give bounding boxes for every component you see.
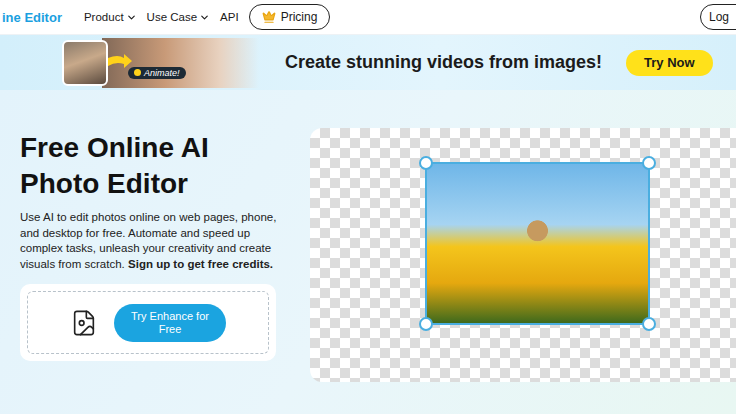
crown-icon bbox=[262, 10, 276, 24]
hero-preview bbox=[290, 90, 736, 414]
try-now-button[interactable]: Try Now bbox=[626, 50, 713, 76]
banner-headline: Create stunning videos from images! bbox=[285, 52, 602, 73]
pricing-button[interactable]: Pricing bbox=[249, 4, 331, 30]
chevron-down-icon bbox=[126, 12, 137, 23]
drop-zone[interactable]: Try Enhance for Free bbox=[27, 291, 269, 354]
hero-title: Free Online AIPhoto Editor bbox=[20, 130, 290, 202]
top-nav: ine Editor Product Use Case API Pricing Log bbox=[0, 0, 736, 35]
enhance-button[interactable]: Try Enhance for Free bbox=[114, 304, 226, 342]
resize-handle[interactable] bbox=[642, 317, 656, 331]
logo[interactable]: ine Editor bbox=[2, 10, 62, 25]
page: ine Editor Product Use Case API Pricing Log An… bbox=[0, 0, 736, 414]
chevron-down-icon bbox=[199, 12, 210, 23]
nav-item[interactable]: Use Case bbox=[147, 11, 211, 23]
source-photo bbox=[62, 40, 108, 86]
resize-handle[interactable] bbox=[419, 317, 433, 331]
hero-description: Use AI to edit photos online on web page… bbox=[20, 210, 278, 272]
nav-item[interactable]: Product bbox=[84, 11, 137, 23]
image-file-icon bbox=[70, 309, 98, 337]
login-button[interactable]: Log bbox=[700, 4, 736, 30]
image-selection[interactable] bbox=[425, 162, 650, 325]
nav-item[interactable]: API bbox=[220, 11, 239, 23]
banner-visual: Animate! bbox=[62, 38, 267, 88]
animate-badge: Animate! bbox=[128, 67, 186, 79]
badge-dot bbox=[134, 69, 141, 76]
signup-note[interactable]: Sign up to get free credits. bbox=[128, 258, 273, 270]
resize-handle[interactable] bbox=[419, 156, 433, 170]
hero: Free Online AIPhoto Editor Use AI to edit… bbox=[0, 90, 736, 414]
arrow-icon bbox=[106, 52, 134, 70]
sunflower-photo bbox=[427, 164, 648, 323]
promo-banner: Animate! Create stunning videos from imag… bbox=[0, 35, 736, 90]
transparent-canvas bbox=[310, 128, 736, 382]
resize-handle[interactable] bbox=[642, 156, 656, 170]
hero-text: Free Online AIPhoto Editor Use AI to edit… bbox=[0, 90, 290, 414]
upload-card: Try Enhance for Free bbox=[20, 284, 276, 361]
